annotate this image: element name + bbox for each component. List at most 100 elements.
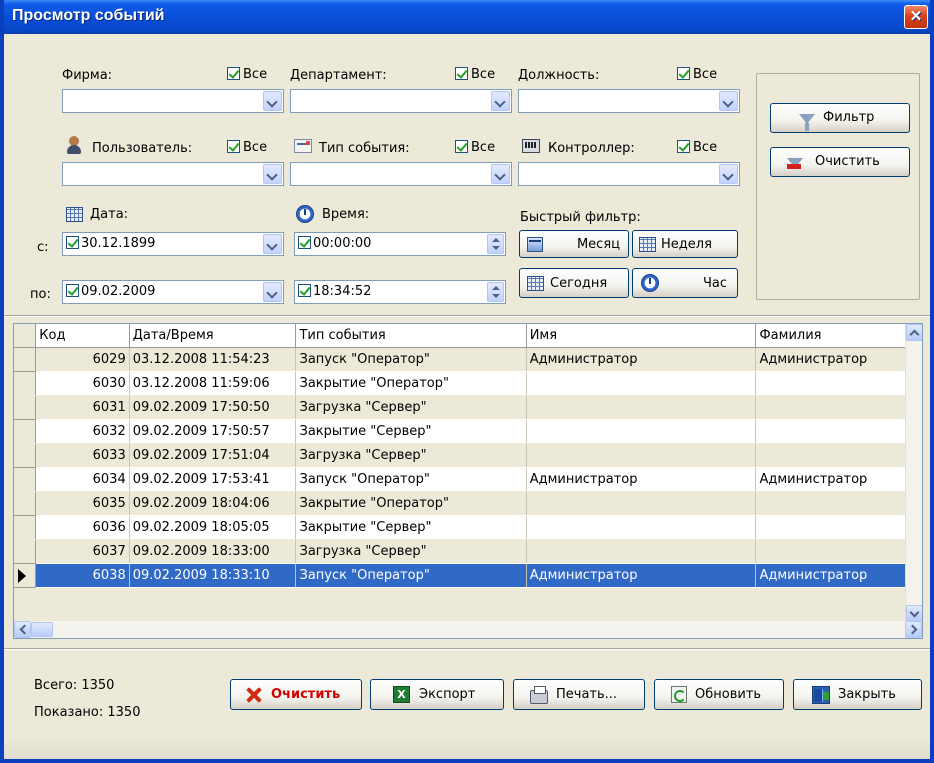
cell-first-name[interactable] xyxy=(526,371,757,396)
close-button[interactable]: Закрыть xyxy=(793,679,922,710)
cell-event-type[interactable]: Закрытие "Сервер" xyxy=(295,419,527,444)
row-indicator[interactable] xyxy=(14,491,37,516)
position-dropdown-button[interactable] xyxy=(719,91,738,111)
row-indicator[interactable] xyxy=(14,539,37,564)
time-to-spinner[interactable] xyxy=(487,282,504,302)
cell-datetime[interactable]: 09.02.2009 18:33:00 xyxy=(129,539,297,564)
cell-event-type[interactable]: Загрузка "Сервер" xyxy=(295,443,527,468)
date-from-enabled-check[interactable] xyxy=(66,236,79,249)
row-indicator[interactable] xyxy=(14,371,37,396)
cell-first-name[interactable]: Администратор xyxy=(526,467,757,492)
firm-all-check[interactable] xyxy=(227,67,240,80)
quick-week-button[interactable]: Неделя xyxy=(632,230,738,258)
refresh-button[interactable]: Обновить xyxy=(654,679,784,710)
date-to-enabled-check[interactable] xyxy=(66,284,79,297)
cell-event-type[interactable]: Запуск "Оператор" xyxy=(295,467,527,492)
cell-event-type[interactable]: Загрузка "Сервер" xyxy=(295,539,527,564)
cell-datetime[interactable]: 03.12.2008 11:59:06 xyxy=(129,371,297,396)
row-indicator[interactable] xyxy=(14,347,37,372)
cell-event-type[interactable]: Запуск "Оператор" xyxy=(295,347,527,372)
cell-first-name[interactable] xyxy=(526,491,757,516)
table-row[interactable]: 6029 03.12.2008 11:54:23 Запуск "Оператор"… xyxy=(14,347,922,372)
cell-last-name[interactable] xyxy=(755,419,922,444)
cell-event-type[interactable]: Закрытие "Оператор" xyxy=(295,491,527,516)
cell-code[interactable]: 6034 xyxy=(35,467,130,492)
controller-all-checkbox[interactable]: Все xyxy=(677,140,717,155)
cell-datetime[interactable]: 09.02.2009 17:50:50 xyxy=(129,395,297,420)
department-dropdown-button[interactable] xyxy=(491,91,510,111)
events-grid[interactable]: Код Дата/Время Тип события Имя Фамилия 6… xyxy=(13,323,923,639)
clear-filter-button[interactable]: Очистить xyxy=(770,147,910,177)
cell-datetime[interactable]: 09.02.2009 17:51:04 xyxy=(129,443,297,468)
cell-code[interactable]: 6030 xyxy=(35,371,130,396)
scroll-up-button[interactable] xyxy=(906,324,922,341)
table-row[interactable]: 6034 09.02.2009 17:53:41 Запуск "Оператор"… xyxy=(14,467,922,492)
cell-event-type[interactable]: Закрытие "Оператор" xyxy=(295,371,527,396)
time-to-enabled-check[interactable] xyxy=(298,284,311,297)
event-type-dropdown-button[interactable] xyxy=(491,164,510,184)
cell-code[interactable]: 6031 xyxy=(35,395,130,420)
column-header-datetime[interactable]: Дата/Время xyxy=(129,324,297,348)
department-all-check[interactable] xyxy=(455,67,468,80)
position-all-check[interactable] xyxy=(677,67,690,80)
cell-code[interactable]: 6037 xyxy=(35,539,130,564)
title-bar[interactable]: Просмотр событий ✕ xyxy=(4,0,930,34)
horizontal-scrollbar[interactable] xyxy=(14,621,922,638)
cell-first-name[interactable] xyxy=(526,515,757,540)
department-combobox[interactable] xyxy=(290,89,512,113)
event-type-combobox[interactable] xyxy=(290,162,512,186)
column-header-code[interactable]: Код xyxy=(35,324,130,348)
cell-code[interactable]: 6035 xyxy=(35,491,130,516)
event-type-all-check[interactable] xyxy=(455,140,468,153)
time-from-picker[interactable]: 00:00:00 xyxy=(294,232,506,256)
table-row[interactable]: 6038 09.02.2009 18:33:10 Запуск "Оператор"… xyxy=(14,563,922,588)
horizontal-scroll-thumb[interactable] xyxy=(31,622,53,637)
position-all-checkbox[interactable]: Все xyxy=(677,67,717,82)
export-button[interactable]: X Экспорт xyxy=(370,679,504,710)
cell-first-name[interactable] xyxy=(526,395,757,420)
firm-combobox[interactable] xyxy=(62,89,284,113)
apply-filter-button[interactable]: Фильтр xyxy=(770,103,910,133)
cell-datetime[interactable]: 09.02.2009 18:04:06 xyxy=(129,491,297,516)
table-row[interactable]: 6032 09.02.2009 17:50:57 Закрытие "Сервер" xyxy=(14,419,922,444)
vertical-scrollbar[interactable] xyxy=(905,324,922,622)
event-type-all-checkbox[interactable]: Все xyxy=(455,140,495,155)
firm-dropdown-button[interactable] xyxy=(263,91,282,111)
user-dropdown-button[interactable] xyxy=(263,164,282,184)
cell-code[interactable]: 6038 xyxy=(35,563,130,588)
cell-event-type[interactable]: Закрытие "Сервер" xyxy=(295,515,527,540)
cell-code[interactable]: 6036 xyxy=(35,515,130,540)
quick-today-button[interactable]: Сегодня xyxy=(519,268,629,298)
time-from-spinner[interactable] xyxy=(487,234,504,254)
cell-last-name[interactable] xyxy=(755,539,922,564)
row-indicator[interactable] xyxy=(14,395,37,420)
quick-month-button[interactable]: Месяц xyxy=(519,230,629,258)
date-to-picker[interactable]: 09.02.2009 xyxy=(62,280,284,304)
column-header-last-name[interactable]: Фамилия xyxy=(755,324,922,348)
table-row[interactable]: 6035 09.02.2009 18:04:06 Закрытие "Операто… xyxy=(14,491,922,516)
cell-last-name[interactable] xyxy=(755,491,922,516)
cell-datetime[interactable]: 09.02.2009 17:50:57 xyxy=(129,419,297,444)
clear-log-button[interactable]: Очистить xyxy=(230,679,362,710)
date-from-dropdown-button[interactable] xyxy=(263,234,282,254)
cell-last-name[interactable] xyxy=(755,395,922,420)
table-row[interactable]: 6033 09.02.2009 17:51:04 Загрузка "Сервер" xyxy=(14,443,922,468)
cell-code[interactable]: 6029 xyxy=(35,347,130,372)
row-indicator[interactable] xyxy=(14,563,37,588)
cell-last-name[interactable] xyxy=(755,515,922,540)
controller-combobox[interactable] xyxy=(518,162,740,186)
date-from-picker[interactable]: 30.12.1899 xyxy=(62,232,284,256)
cell-last-name[interactable] xyxy=(755,371,922,396)
row-indicator[interactable] xyxy=(14,419,37,444)
cell-datetime[interactable]: 09.02.2009 18:33:10 xyxy=(129,563,297,588)
table-row[interactable]: 6037 09.02.2009 18:33:00 Загрузка "Сервер" xyxy=(14,539,922,564)
cell-last-name[interactable] xyxy=(755,443,922,468)
controller-dropdown-button[interactable] xyxy=(719,164,738,184)
column-header-first-name[interactable]: Имя xyxy=(526,324,757,348)
scroll-left-button[interactable] xyxy=(14,621,31,638)
cell-code[interactable]: 6033 xyxy=(35,443,130,468)
user-all-checkbox[interactable]: Все xyxy=(227,140,267,155)
row-indicator[interactable] xyxy=(14,443,37,468)
row-indicator[interactable] xyxy=(14,467,37,492)
time-from-enabled-check[interactable] xyxy=(298,236,311,249)
